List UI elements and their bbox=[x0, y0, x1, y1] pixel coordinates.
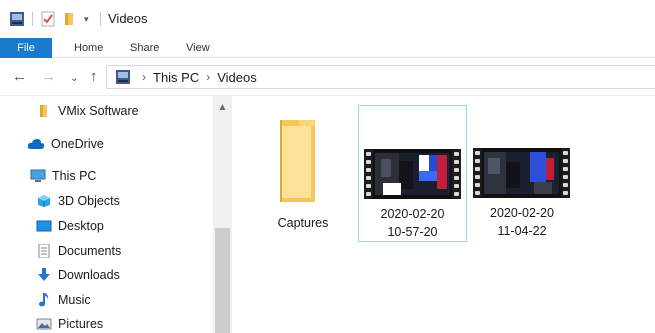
navigation-pane: VMix Software OneDrive This PC 3D Object… bbox=[0, 96, 232, 333]
sidebar-item-label: VMix Software bbox=[58, 104, 139, 118]
sidebar-item-3d-objects[interactable]: 3D Objects bbox=[36, 190, 120, 212]
breadcrumb-this-pc[interactable]: This PC bbox=[153, 70, 199, 85]
forward-arrow-icon[interactable]: → bbox=[41, 69, 56, 85]
sidebar-item-documents[interactable]: Documents bbox=[36, 240, 121, 262]
video-thumbnail bbox=[473, 148, 570, 198]
up-arrow-icon[interactable]: ↑ bbox=[90, 69, 98, 85]
recent-locations-chevron-icon[interactable]: ⌄ bbox=[70, 71, 78, 87]
cube-icon bbox=[36, 194, 52, 208]
properties-icon[interactable] bbox=[40, 11, 56, 27]
folder-tile-captures[interactable]: Captures bbox=[250, 104, 356, 242]
cloud-icon bbox=[27, 137, 45, 151]
document-icon bbox=[36, 243, 52, 259]
item-label: 2020-02-20 11-04-22 bbox=[490, 206, 554, 238]
sidebar-item-label: This PC bbox=[52, 169, 97, 183]
customize-toolbar-icon[interactable]: ▾ bbox=[84, 11, 89, 27]
sidebar-item-downloads[interactable]: Downloads bbox=[36, 264, 120, 286]
tab-file[interactable]: File bbox=[0, 38, 52, 58]
sidebar-item-music[interactable]: Music bbox=[36, 289, 91, 311]
tab-view[interactable]: View bbox=[186, 38, 210, 58]
music-icon bbox=[36, 293, 52, 307]
computer-icon bbox=[30, 169, 46, 183]
video-tile-2020-02-20-11-04-22[interactable]: 2020-02-20 11-04-22 bbox=[469, 105, 575, 242]
computer-icon bbox=[115, 69, 131, 85]
video-thumbnail bbox=[364, 149, 461, 199]
download-icon bbox=[36, 268, 52, 282]
sidebar-item-desktop[interactable]: Desktop bbox=[36, 215, 104, 237]
back-arrow-icon[interactable]: ← bbox=[12, 69, 27, 85]
item-label: Captures bbox=[277, 216, 329, 230]
address-bar[interactable]: › This PC › Videos bbox=[106, 65, 655, 89]
pictures-icon bbox=[36, 317, 52, 331]
sidebar-item-label: 3D Objects bbox=[58, 194, 120, 208]
tab-share[interactable]: Share bbox=[130, 38, 159, 58]
sidebar-item-label: Pictures bbox=[58, 317, 104, 331]
scroll-up-arrow-icon[interactable]: ▲ bbox=[213, 102, 232, 113]
sidebar-item-this-pc[interactable]: This PC bbox=[30, 165, 96, 187]
sidebar-item-label: Downloads bbox=[58, 268, 120, 282]
breadcrumb-separator-icon: › bbox=[142, 70, 146, 84]
breadcrumb-separator-icon: › bbox=[206, 70, 211, 84]
new-folder-icon[interactable] bbox=[62, 11, 76, 27]
item-label: 2020-02-20 10-57-20 bbox=[380, 207, 445, 239]
folder-icon bbox=[36, 104, 52, 118]
sidebar-item-vmix-software[interactable]: VMix Software bbox=[36, 100, 139, 122]
folder-icon bbox=[280, 120, 315, 202]
navigation-bar: ← → ⌄ ↑ › This PC › Videos bbox=[0, 58, 655, 96]
app-icon[interactable] bbox=[9, 11, 25, 27]
scrollbar-thumb[interactable] bbox=[215, 228, 230, 333]
sidebar-item-label: Music bbox=[58, 293, 91, 307]
sidebar-item-onedrive[interactable]: OneDrive bbox=[27, 133, 104, 155]
title-bar: ▾ Videos bbox=[0, 0, 655, 38]
sidebar-item-label: OneDrive bbox=[51, 137, 104, 151]
sidebar-item-label: Desktop bbox=[58, 219, 104, 233]
sidebar-item-label: Documents bbox=[58, 244, 122, 258]
tab-home[interactable]: Home bbox=[74, 38, 103, 58]
ribbon-tabs: File Home Share View bbox=[0, 38, 655, 58]
desktop-icon bbox=[36, 219, 52, 233]
file-view: Captures 2020-02-20 10-57-20 2020-02-20 … bbox=[232, 96, 655, 333]
window-title: Videos bbox=[108, 11, 148, 26]
breadcrumb-videos[interactable]: Videos bbox=[217, 70, 257, 85]
sidebar-item-pictures[interactable]: Pictures bbox=[36, 313, 103, 333]
video-tile-2020-02-20-10-57-20[interactable]: 2020-02-20 10-57-20 bbox=[358, 105, 467, 242]
sidebar-scrollbar[interactable]: ▲ bbox=[213, 96, 232, 333]
